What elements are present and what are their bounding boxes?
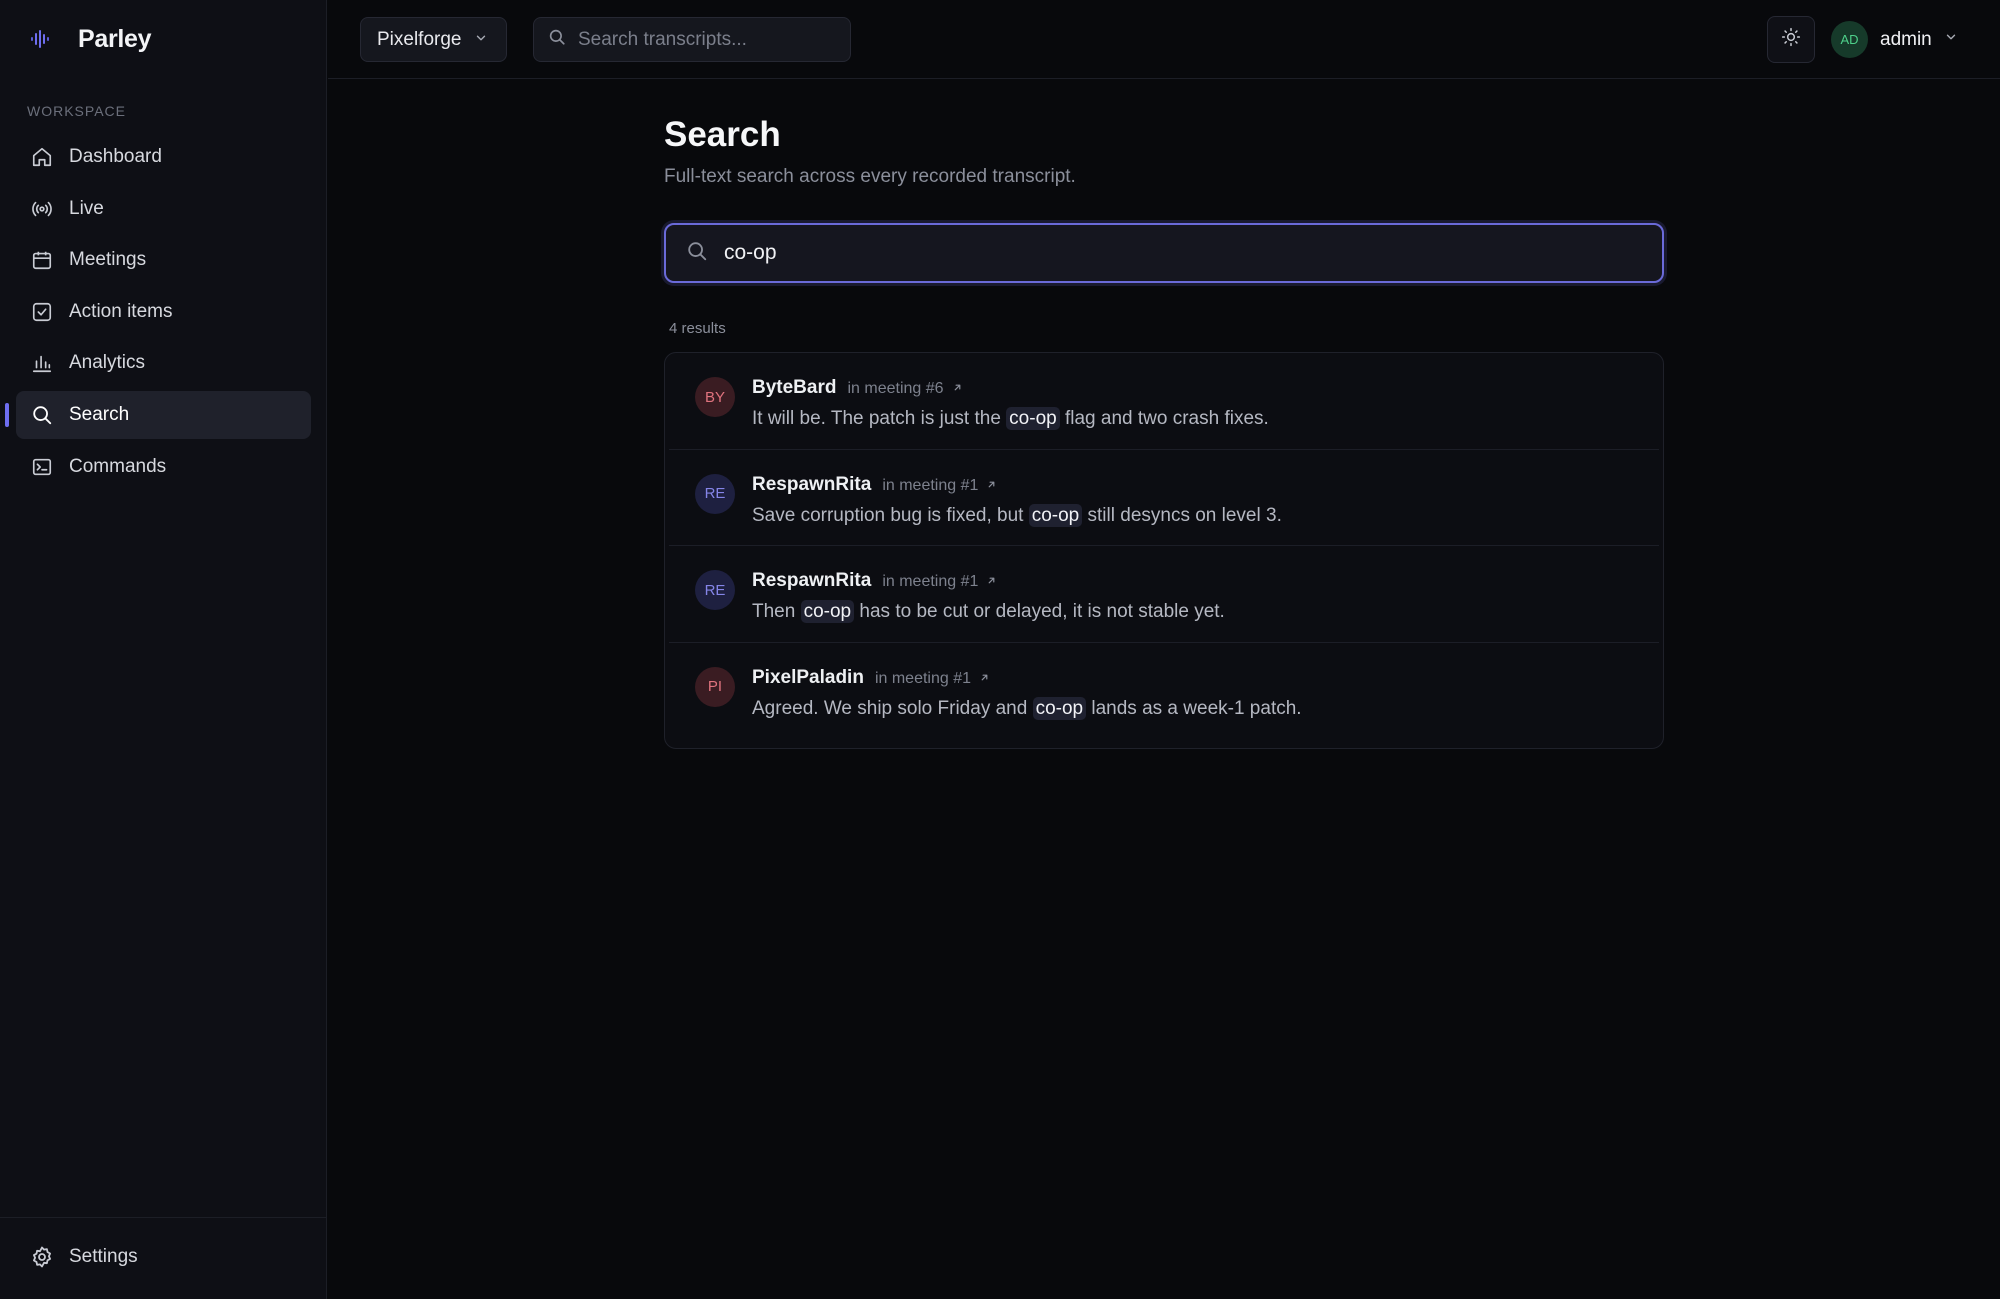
home-icon xyxy=(30,145,54,169)
sidebar-item-action-items[interactable]: Action items xyxy=(16,288,311,336)
sidebar-item-label: Commands xyxy=(69,455,167,477)
speaker-avatar: PI xyxy=(695,666,735,707)
chevron-down-icon xyxy=(474,29,488,51)
terminal-icon xyxy=(30,455,54,479)
meeting-link[interactable]: in meeting #1 xyxy=(882,573,997,591)
speaker-avatar: BY xyxy=(695,377,735,417)
transcript-search-box[interactable] xyxy=(533,17,851,62)
transcript-search-input[interactable] xyxy=(578,28,838,51)
bar-chart-icon xyxy=(30,351,54,375)
snippet-before: It will be. The patch is just the xyxy=(752,408,1007,429)
result-header: ByteBard in meeting #6 xyxy=(752,377,963,399)
broadcast-icon xyxy=(30,197,54,221)
speaker-avatar: RE xyxy=(695,570,735,610)
sidebar-item-label: Dashboard xyxy=(69,146,162,167)
search-result-row[interactable]: BY ByteBard in meeting #6 It will be. The p… xyxy=(669,353,1659,450)
transcript-snippet: Save corruption bug is fixed, but co-op … xyxy=(752,503,1282,527)
snippet-after: flag and two crash fixes. xyxy=(1059,408,1269,429)
meeting-reference: in meeting #6 xyxy=(847,380,944,397)
user-menu[interactable]: AD admin xyxy=(1831,21,1958,58)
meeting-link[interactable]: in meeting #6 xyxy=(847,380,962,398)
external-link-icon xyxy=(986,477,997,495)
results-count: 4 results xyxy=(669,320,726,337)
external-link-icon xyxy=(952,380,963,398)
sidebar-item-label: Search xyxy=(69,403,130,425)
speaker-name: ByteBard xyxy=(752,377,837,398)
speaker-name: PixelPaladin xyxy=(752,666,864,688)
speaker-name: RespawnRita xyxy=(752,570,872,591)
transcript-snippet: It will be. The patch is just the co-op … xyxy=(752,407,1269,430)
sidebar-item-live[interactable]: Live xyxy=(16,185,311,233)
app-name: Parley xyxy=(78,24,152,53)
calendar-icon xyxy=(30,248,54,272)
sidebar-item-search[interactable]: Search xyxy=(5,390,311,439)
result-header: RespawnRita in meeting #1 xyxy=(752,474,997,496)
check-square-icon xyxy=(30,300,54,324)
meeting-reference: in meeting #1 xyxy=(882,573,979,590)
transcript-snippet: Agreed. We ship solo Friday and co-op la… xyxy=(752,696,1302,720)
sidebar-item-label: Analytics xyxy=(69,352,146,374)
main-search-box[interactable] xyxy=(664,223,1664,283)
search-icon xyxy=(686,240,708,267)
speaker-name: RespawnRita xyxy=(752,473,872,495)
sidebar-item-analytics[interactable]: Analytics xyxy=(16,339,311,387)
snippet-before: Save corruption bug is fixed, but xyxy=(752,504,1029,526)
search-result-row[interactable]: PI PixelPaladin in meeting #1 Agreed. We sh… xyxy=(669,643,1659,740)
settings-label: Settings xyxy=(69,1246,138,1267)
workspace-section-label: WORKSPACE xyxy=(27,103,126,119)
result-header: RespawnRita in meeting #1 xyxy=(752,570,997,592)
sidebar-item-meetings[interactable]: Meetings xyxy=(16,236,311,284)
snippet-before: Agreed. We ship solo Friday and xyxy=(752,697,1033,719)
search-icon xyxy=(30,403,54,427)
external-link-icon xyxy=(986,573,997,591)
meeting-link[interactable]: in meeting #1 xyxy=(882,477,997,495)
top-bar: Pixelforge AD admin xyxy=(328,0,2000,79)
match-highlight: co-op xyxy=(800,600,855,623)
sidebar: Parley WORKSPACE Dashboard Live Meetings xyxy=(0,0,327,1299)
main-search-input[interactable] xyxy=(724,241,1624,265)
theme-toggle-button[interactable] xyxy=(1767,16,1815,63)
sidebar-item-commands[interactable]: Commands xyxy=(16,443,311,491)
avatar: AD xyxy=(1831,21,1868,58)
sidebar-item-label: Meetings xyxy=(69,249,147,271)
meeting-link[interactable]: in meeting #1 xyxy=(875,670,990,688)
sidebar-nav: Dashboard Live Meetings Action items Ana… xyxy=(5,133,311,494)
snippet-after: still desyncs on level 3. xyxy=(1082,504,1282,526)
result-header: PixelPaladin in meeting #1 xyxy=(752,667,990,689)
speaker-avatar: RE xyxy=(695,473,735,514)
gear-icon xyxy=(30,1245,54,1269)
meeting-reference: in meeting #1 xyxy=(882,476,979,494)
match-highlight: co-op xyxy=(1032,696,1087,720)
snippet-after: has to be cut or delayed, it is not stab… xyxy=(854,601,1225,622)
sidebar-item-settings[interactable]: Settings xyxy=(30,1245,138,1269)
sidebar-item-dashboard[interactable]: Dashboard xyxy=(16,133,311,181)
snippet-after: lands as a week-1 patch. xyxy=(1086,697,1302,719)
sidebar-item-label: Live xyxy=(69,197,104,219)
match-highlight: co-op xyxy=(1028,503,1083,527)
match-highlight: co-op xyxy=(1006,407,1060,430)
chevron-down-icon xyxy=(1944,30,1958,49)
page-subtitle: Full-text search across every recorded t… xyxy=(664,166,1076,187)
snippet-before: Then xyxy=(752,601,801,622)
page-title: Search xyxy=(664,115,781,154)
org-selector-value: Pixelforge xyxy=(377,28,462,50)
brand[interactable]: Parley xyxy=(30,22,152,56)
search-icon xyxy=(548,28,566,51)
transcript-snippet: Then co-op has to be cut or delayed, it … xyxy=(752,600,1225,623)
search-result-row[interactable]: RE RespawnRita in meeting #1 Save corruptio… xyxy=(669,450,1659,546)
sidebar-item-label: Action items xyxy=(69,300,173,322)
sun-icon xyxy=(1781,27,1801,52)
sidebar-footer: Settings xyxy=(0,1217,327,1299)
org-selector[interactable]: Pixelforge xyxy=(360,17,507,62)
waveform-logo-icon xyxy=(30,22,60,56)
results-list: BY ByteBard in meeting #6 It will be. The p… xyxy=(664,352,1664,749)
search-result-row[interactable]: RE RespawnRita in meeting #1 Then co-op has… xyxy=(669,546,1659,643)
user-name: admin xyxy=(1880,28,1932,50)
meeting-reference: in meeting #1 xyxy=(874,669,972,687)
external-link-icon xyxy=(979,670,990,688)
